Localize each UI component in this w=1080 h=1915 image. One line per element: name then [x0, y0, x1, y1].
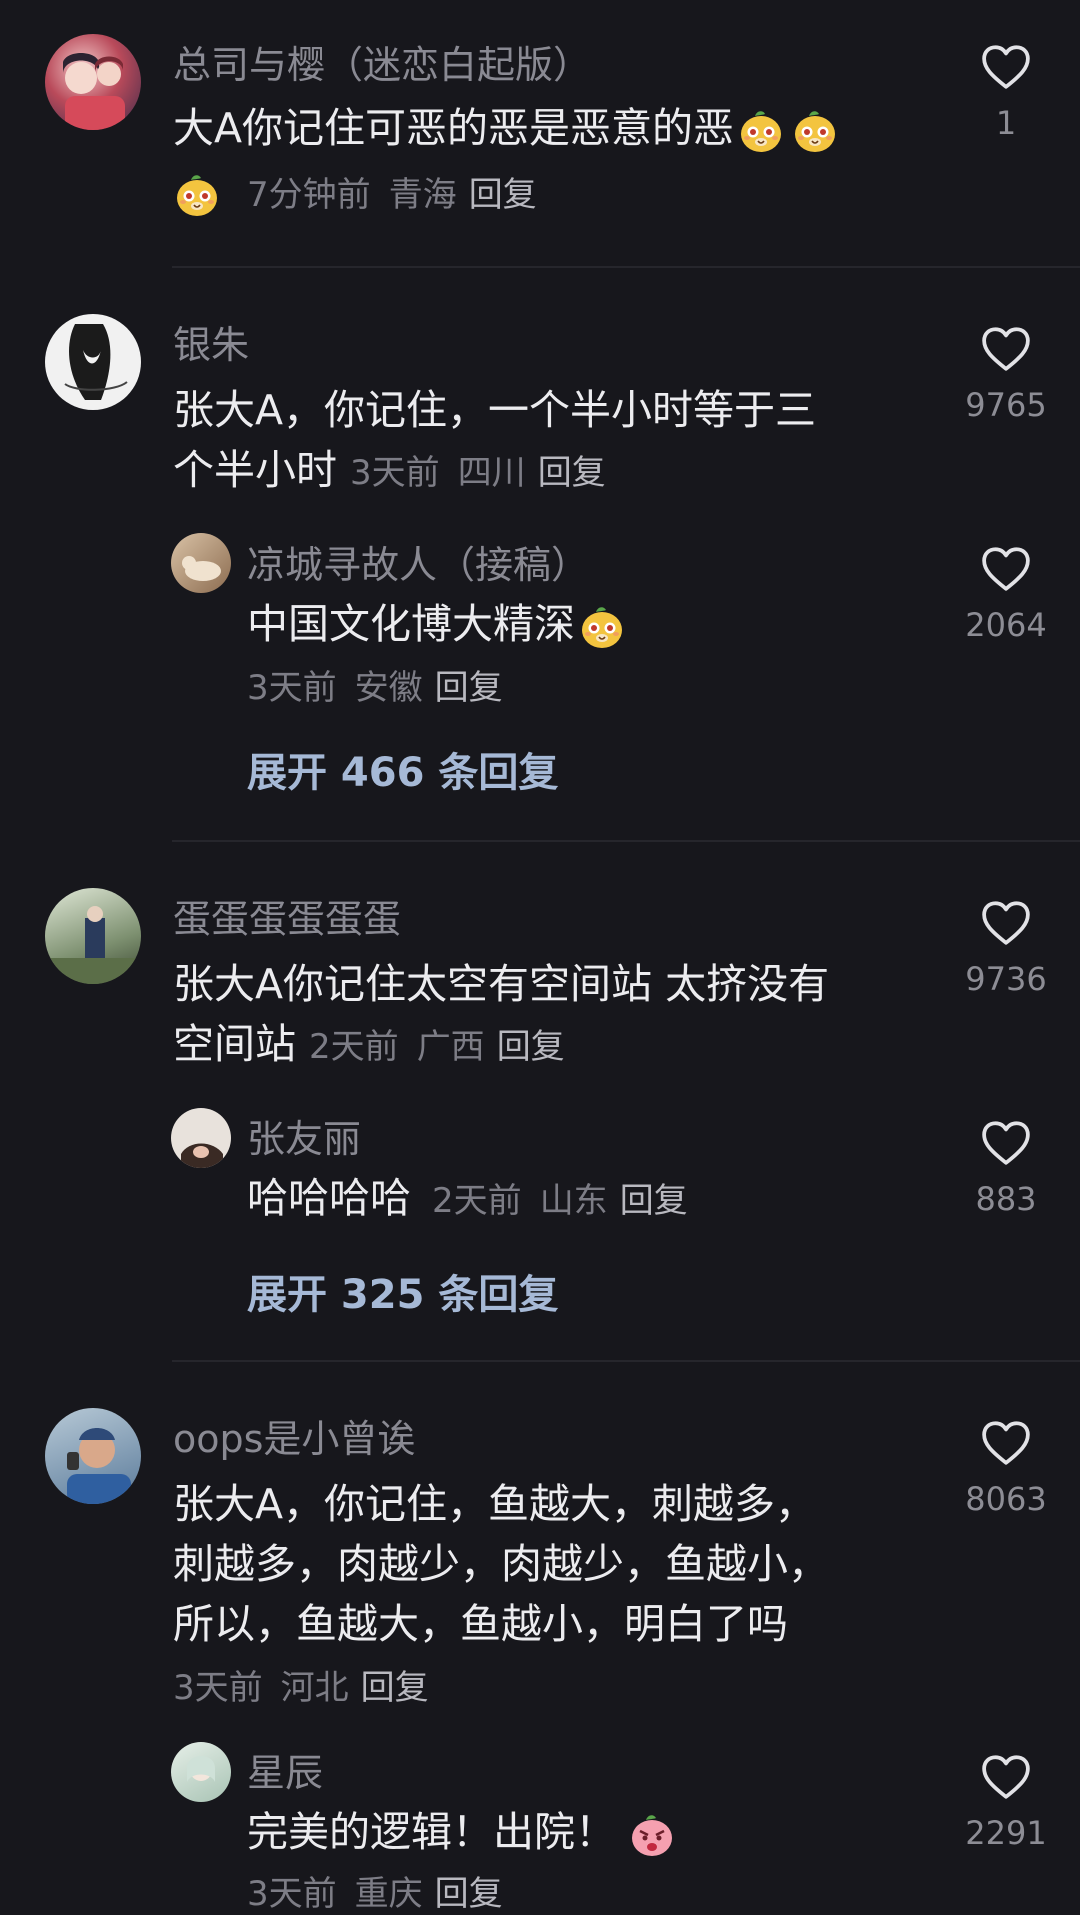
comment-meta-row: 3天前 河北 回复: [173, 1660, 429, 1709]
like-button[interactable]: 9736: [960, 900, 1052, 998]
comment-time: 3天前: [247, 668, 337, 708]
reply-button[interactable]: 回复: [435, 1874, 503, 1914]
reply-button[interactable]: 回复: [620, 1181, 688, 1221]
comment-time: 3天前: [173, 1668, 263, 1708]
like-count: 2291: [965, 1814, 1047, 1852]
like-button[interactable]: 8063: [960, 1420, 1052, 1518]
divider: [172, 840, 1080, 842]
comment-text-content: 大A你记住可恶的恶是恶意的恶: [173, 104, 735, 152]
like-count: 2064: [965, 606, 1047, 644]
avatar[interactable]: [45, 34, 141, 130]
angry-emoji-icon: [628, 1811, 676, 1859]
comment-text: 哈哈哈哈 2天前 山东 回复: [247, 1168, 688, 1231]
comment-text: 大A你记住可恶的恶是恶意的恶: [173, 98, 842, 158]
avatar[interactable]: [171, 1742, 231, 1802]
avatar[interactable]: [45, 314, 141, 410]
comment-time: 3天前: [350, 453, 440, 493]
like-count: 9736: [965, 960, 1047, 998]
comment-location: 四川: [457, 453, 526, 493]
comment-location: 广西: [416, 1027, 485, 1067]
comment-location: 重庆: [354, 1874, 423, 1914]
comment-text-line: 所以，鱼越大，鱼越小，明白了吗: [173, 1600, 788, 1648]
comment-text-line: 刺越多，肉越少，肉越少，鱼越小，: [173, 1540, 829, 1588]
comment-text-line: 张大A，你记住，鱼越大，刺越多，: [173, 1480, 817, 1528]
comment-meta-row: 7分钟前 青海 回复: [173, 162, 537, 225]
girl-avatar-image: [187, 1756, 215, 1782]
username[interactable]: 蛋蛋蛋蛋蛋蛋: [173, 888, 401, 943]
comment-text-line-2: 空间站 2天前 广西 回复: [173, 1014, 829, 1077]
reply-button[interactable]: 回复: [538, 453, 606, 493]
dog-emoji-icon: [791, 107, 839, 155]
comment-text-content: 完美的逻辑！出院！: [247, 1808, 616, 1856]
like-button[interactable]: 9765: [960, 326, 1052, 424]
portrait-avatar-image: [181, 1143, 223, 1168]
like-count: 9765: [965, 386, 1047, 424]
username[interactable]: 星辰: [247, 1742, 323, 1797]
comment-text-line: 张大A你记住太空有空间站 太挤没有: [173, 960, 830, 1008]
comment-text: 张大A，你记住，鱼越大，刺越多， 刺越多，肉越少，肉越少，鱼越小， 所以，鱼越大…: [173, 1474, 829, 1654]
heart-outline-icon: [981, 900, 1031, 946]
username[interactable]: 凉城寻故人（接稿）: [247, 534, 589, 589]
avatar[interactable]: [45, 1408, 141, 1504]
dog-emoji-icon: [173, 171, 221, 219]
comment-text: 中国文化博大精深: [247, 594, 629, 654]
username[interactable]: oops是小曾诶: [173, 1408, 415, 1463]
avatar[interactable]: [171, 1108, 231, 1168]
reply-button[interactable]: 回复: [497, 1027, 565, 1067]
username[interactable]: 总司与樱（迷恋白起版）: [173, 34, 591, 89]
comment-text: 张大A，你记住，一个半小时等于三 个半小时 3天前 四川 回复: [173, 380, 816, 503]
comment-text-content: 空间站: [173, 1020, 296, 1068]
like-button[interactable]: 2064: [960, 546, 1052, 644]
comment-time: 2天前: [432, 1181, 522, 1221]
reply-button[interactable]: 回复: [469, 175, 537, 215]
comment-text-content: 个半小时: [173, 446, 337, 494]
like-button[interactable]: 1: [960, 44, 1052, 142]
heart-outline-icon: [981, 1754, 1031, 1800]
comment-location: 青海: [388, 175, 457, 215]
comment-meta-row: 3天前 安徽 回复: [247, 660, 503, 709]
comment-time: 2天前: [309, 1027, 399, 1067]
heart-outline-icon: [981, 44, 1031, 90]
username[interactable]: 银朱: [173, 314, 249, 369]
divider: [172, 266, 1080, 268]
comment-location: 山东: [539, 1181, 608, 1221]
comment-text-line: 张大A，你记住，一个半小时等于三: [173, 386, 817, 434]
comment-location: 河北: [280, 1668, 349, 1708]
reply-button[interactable]: 回复: [435, 668, 503, 708]
dog-emoji-icon: [737, 107, 785, 155]
heart-outline-icon: [981, 546, 1031, 592]
divider: [172, 1360, 1080, 1362]
comment-text-content: 中国文化博大精深: [247, 600, 575, 648]
cat-avatar-image: [182, 556, 221, 581]
comment-text: 张大A你记住太空有空间站 太挤没有 空间站 2天前 广西 回复: [173, 954, 829, 1077]
comment-meta-row: 3天前 重庆 回复: [247, 1866, 503, 1915]
heart-outline-icon: [981, 1120, 1031, 1166]
comment-location: 安徽: [354, 668, 423, 708]
like-count: 8063: [965, 1480, 1047, 1518]
comment-time: 3天前: [247, 1874, 337, 1914]
like-button[interactable]: 883: [960, 1120, 1052, 1218]
like-count: 883: [975, 1180, 1037, 1218]
heart-outline-icon: [981, 326, 1031, 372]
username[interactable]: 张友丽: [247, 1108, 361, 1163]
like-count: 1: [995, 104, 1017, 142]
expand-replies-button[interactable]: 展开 466 条回复: [247, 740, 558, 798]
comment-text-content: 哈哈哈哈: [247, 1174, 411, 1222]
reply-button[interactable]: 回复: [361, 1668, 429, 1708]
man-avatar-image: [67, 1428, 131, 1504]
expand-replies-button[interactable]: 展开 325 条回复: [247, 1262, 558, 1320]
comment-time: 7分钟前: [247, 175, 371, 215]
anime-avatar-image: [63, 53, 125, 130]
avatar[interactable]: [171, 533, 231, 593]
avatar[interactable]: [45, 888, 141, 984]
like-button[interactable]: 2291: [960, 1754, 1052, 1852]
sketch-avatar-image: [64, 324, 128, 400]
comment-text-line-2: 个半小时 3天前 四川 回复: [173, 440, 816, 503]
heart-outline-icon: [981, 1420, 1031, 1466]
dog-emoji-icon: [578, 603, 626, 651]
photo-avatar-image: [45, 906, 141, 984]
comment-text: 完美的逻辑！出院！: [247, 1802, 679, 1862]
